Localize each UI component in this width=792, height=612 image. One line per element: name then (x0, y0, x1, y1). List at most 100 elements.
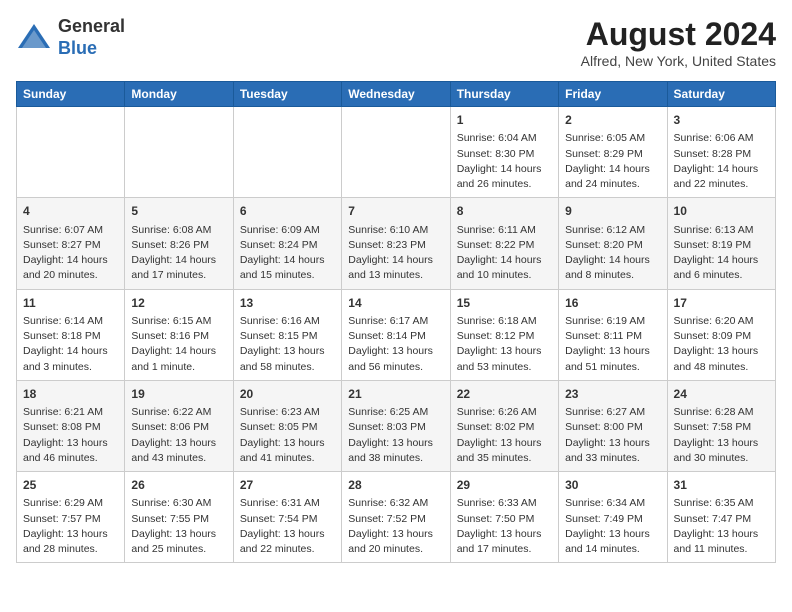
header-cell-tuesday: Tuesday (233, 82, 341, 107)
day-info: and 53 minutes. (457, 360, 552, 375)
day-number: 31 (674, 477, 769, 494)
day-info: Sunrise: 6:13 AM (674, 223, 769, 238)
day-info: and 46 minutes. (23, 451, 118, 466)
calendar-cell: 19Sunrise: 6:22 AMSunset: 8:06 PMDayligh… (125, 380, 233, 471)
day-number: 21 (348, 386, 443, 403)
day-number: 18 (23, 386, 118, 403)
day-info: Sunset: 8:30 PM (457, 147, 552, 162)
day-number: 17 (674, 295, 769, 312)
day-info: Sunrise: 6:15 AM (131, 314, 226, 329)
day-info: and 3 minutes. (23, 360, 118, 375)
day-info: Sunrise: 6:27 AM (565, 405, 660, 420)
day-info: and 51 minutes. (565, 360, 660, 375)
week-row-3: 11Sunrise: 6:14 AMSunset: 8:18 PMDayligh… (17, 289, 776, 380)
day-info: Sunrise: 6:28 AM (674, 405, 769, 420)
calendar-body: 1Sunrise: 6:04 AMSunset: 8:30 PMDaylight… (17, 107, 776, 563)
day-number: 20 (240, 386, 335, 403)
day-info: and 26 minutes. (457, 177, 552, 192)
day-info: Sunrise: 6:31 AM (240, 496, 335, 511)
calendar-cell: 8Sunrise: 6:11 AMSunset: 8:22 PMDaylight… (450, 198, 558, 289)
day-number: 6 (240, 203, 335, 220)
day-info: Sunset: 7:52 PM (348, 512, 443, 527)
day-info: Sunrise: 6:17 AM (348, 314, 443, 329)
day-number: 5 (131, 203, 226, 220)
day-info: Sunrise: 6:30 AM (131, 496, 226, 511)
calendar-cell: 27Sunrise: 6:31 AMSunset: 7:54 PMDayligh… (233, 472, 341, 563)
day-info: Daylight: 14 hours (457, 253, 552, 268)
day-info: Sunrise: 6:23 AM (240, 405, 335, 420)
day-info: Sunrise: 6:33 AM (457, 496, 552, 511)
calendar-cell: 20 Sunrise: 6:23 AMSunset: 8:05 PMDayligh… (233, 380, 341, 471)
day-number: 1 (457, 112, 552, 129)
day-info: Daylight: 13 hours (565, 436, 660, 451)
day-info: Daylight: 13 hours (240, 436, 335, 451)
calendar-cell: 16Sunrise: 6:19 AMSunset: 8:11 PMDayligh… (559, 289, 667, 380)
day-info: Daylight: 13 hours (23, 527, 118, 542)
calendar-cell: 11Sunrise: 6:14 AMSunset: 8:18 PMDayligh… (17, 289, 125, 380)
calendar-cell: 7Sunrise: 6:10 AMSunset: 8:23 PMDaylight… (342, 198, 450, 289)
day-info: Sunset: 8:15 PM (240, 329, 335, 344)
day-info: and 20 minutes. (348, 542, 443, 557)
day-number: 9 (565, 203, 660, 220)
day-info: Sunrise: 6:21 AM (23, 405, 118, 420)
day-number: 15 (457, 295, 552, 312)
day-info: and 8 minutes. (565, 268, 660, 283)
day-info: Sunset: 7:47 PM (674, 512, 769, 527)
day-info: and 38 minutes. (348, 451, 443, 466)
week-row-5: 25Sunrise: 6:29 AMSunset: 7:57 PMDayligh… (17, 472, 776, 563)
day-info: Sunset: 8:28 PM (674, 147, 769, 162)
day-info: Sunset: 8:00 PM (565, 420, 660, 435)
calendar-cell: 14Sunrise: 6:17 AMSunset: 8:14 PMDayligh… (342, 289, 450, 380)
day-info: Daylight: 14 hours (674, 253, 769, 268)
day-info: Daylight: 13 hours (457, 527, 552, 542)
day-info: Daylight: 14 hours (674, 162, 769, 177)
header-cell-monday: Monday (125, 82, 233, 107)
day-info: Daylight: 14 hours (23, 253, 118, 268)
day-info: Sunrise: 6:29 AM (23, 496, 118, 511)
day-number: 7 (348, 203, 443, 220)
day-info: Sunset: 8:20 PM (565, 238, 660, 253)
calendar-cell: 1Sunrise: 6:04 AMSunset: 8:30 PMDaylight… (450, 107, 558, 198)
day-info: Sunset: 8:06 PM (131, 420, 226, 435)
header-cell-sunday: Sunday (17, 82, 125, 107)
header-cell-wednesday: Wednesday (342, 82, 450, 107)
day-info: Sunset: 8:14 PM (348, 329, 443, 344)
calendar-cell: 26Sunrise: 6:30 AMSunset: 7:55 PMDayligh… (125, 472, 233, 563)
header-cell-friday: Friday (559, 82, 667, 107)
day-info: Sunset: 8:05 PM (240, 420, 335, 435)
day-info: Daylight: 13 hours (348, 527, 443, 542)
logo-icon (16, 20, 52, 56)
day-info: Daylight: 13 hours (674, 436, 769, 451)
day-number: 16 (565, 295, 660, 312)
day-info: Sunset: 8:19 PM (674, 238, 769, 253)
day-number: 22 (457, 386, 552, 403)
day-info: Daylight: 13 hours (674, 527, 769, 542)
day-info: and 22 minutes. (240, 542, 335, 557)
day-info: and 24 minutes. (565, 177, 660, 192)
day-info: Daylight: 14 hours (565, 253, 660, 268)
day-number: 28 (348, 477, 443, 494)
day-info: Sunrise: 6:20 AM (674, 314, 769, 329)
calendar-cell: 12Sunrise: 6:15 AMSunset: 8:16 PMDayligh… (125, 289, 233, 380)
calendar-subtitle: Alfred, New York, United States (581, 53, 776, 69)
day-number: 3 (674, 112, 769, 129)
day-info: Sunrise: 6:18 AM (457, 314, 552, 329)
day-info: Daylight: 13 hours (565, 344, 660, 359)
logo-general: General (58, 16, 125, 36)
day-info: Sunset: 8:16 PM (131, 329, 226, 344)
calendar-cell (233, 107, 341, 198)
day-info: and 56 minutes. (348, 360, 443, 375)
week-row-1: 1Sunrise: 6:04 AMSunset: 8:30 PMDaylight… (17, 107, 776, 198)
day-info: Sunrise: 6:06 AM (674, 131, 769, 146)
calendar-cell: 31Sunrise: 6:35 AMSunset: 7:47 PMDayligh… (667, 472, 775, 563)
calendar-title: August 2024 (581, 16, 776, 53)
day-info: Sunrise: 6:08 AM (131, 223, 226, 238)
day-info: and 25 minutes. (131, 542, 226, 557)
day-info: Daylight: 14 hours (457, 162, 552, 177)
day-info: Sunset: 8:22 PM (457, 238, 552, 253)
week-row-4: 18 Sunrise: 6:21 AMSunset: 8:08 PM Dayligh… (17, 380, 776, 471)
day-info: Sunset: 8:08 PM (23, 420, 118, 435)
day-info: and 11 minutes. (674, 542, 769, 557)
day-info: Sunset: 7:55 PM (131, 512, 226, 527)
day-info: Daylight: 13 hours (565, 527, 660, 542)
